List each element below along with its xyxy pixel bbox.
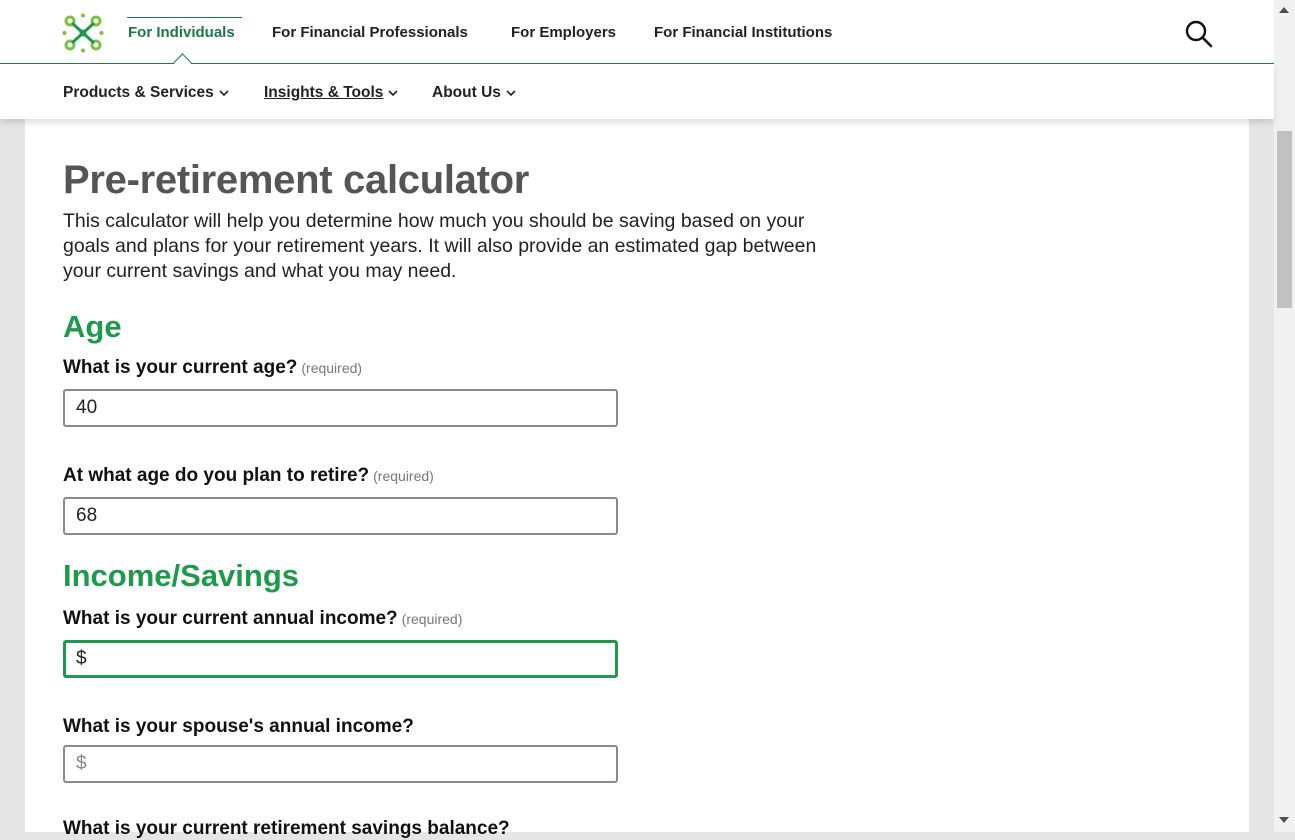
subnav-label: About Us [432, 84, 501, 101]
section-heading-age: Age [63, 309, 122, 344]
current-age-input[interactable] [65, 391, 606, 425]
retire-age-field[interactable] [63, 497, 618, 535]
retire-age-label: At what age do you plan to retire? (requi… [63, 465, 434, 487]
savings-balance-label: What is your current retirement savings … [63, 818, 510, 839]
scrollbar-thumb[interactable] [1277, 131, 1292, 308]
required-hint: (required) [301, 360, 363, 376]
chevron-down-icon [506, 90, 516, 97]
subnav-about-us[interactable]: About Us [432, 84, 516, 102]
retire-age-input[interactable] [65, 499, 606, 533]
chevron-down-icon [219, 90, 229, 97]
annual-income-label: What is your current annual income? (requ… [63, 608, 462, 630]
green-cross-logo-icon[interactable] [62, 13, 104, 53]
top-header: For Individuals For Financial Profession… [0, 0, 1274, 64]
question-text: What is your current annual income? [63, 608, 398, 629]
required-hint: (required) [373, 468, 434, 484]
subnav-label: Products & Services [63, 84, 214, 101]
question-text: What is your current age? [63, 357, 298, 378]
tab-for-individuals[interactable]: For Individuals [128, 24, 235, 41]
spouse-income-field[interactable] [63, 745, 618, 783]
section-heading-income-savings: Income/Savings [63, 558, 300, 593]
tab-for-financial-institutions[interactable]: For Financial Institutions [654, 24, 832, 41]
tab-for-financial-professionals[interactable]: For Financial Professionals [272, 24, 468, 41]
required-hint: (required) [401, 611, 463, 627]
active-tab-indicator [127, 17, 242, 18]
subnav-label: Insights & Tools [264, 84, 384, 101]
sub-navigation: Products & Services Insights & Tools Abo… [0, 64, 1274, 119]
scroll-up-icon[interactable] [1279, 7, 1289, 13]
chevron-down-icon [388, 90, 398, 97]
page-title: Pre-retirement calculator [63, 158, 530, 202]
question-text: At what age do you plan to retire? [63, 465, 370, 486]
subnav-insights-tools[interactable]: Insights & Tools [264, 84, 398, 102]
page-intro: This calculator will help you determine … [63, 210, 817, 282]
subnav-products-services[interactable]: Products & Services [63, 84, 229, 102]
spouse-income-input[interactable] [65, 747, 606, 781]
tab-for-employers[interactable]: For Employers [511, 24, 616, 41]
question-text: What is your spouse's annual income? [63, 716, 414, 737]
spouse-income-label: What is your spouse's annual income? [63, 716, 414, 738]
annual-income-input[interactable] [66, 643, 606, 675]
page-scrollbar[interactable] [1274, 0, 1295, 832]
annual-income-field[interactable] [63, 640, 618, 678]
current-age-label: What is your current age? (required) [63, 357, 362, 379]
search-icon[interactable] [1184, 19, 1214, 49]
current-age-field[interactable] [63, 389, 618, 427]
scroll-down-icon[interactable] [1279, 817, 1289, 823]
